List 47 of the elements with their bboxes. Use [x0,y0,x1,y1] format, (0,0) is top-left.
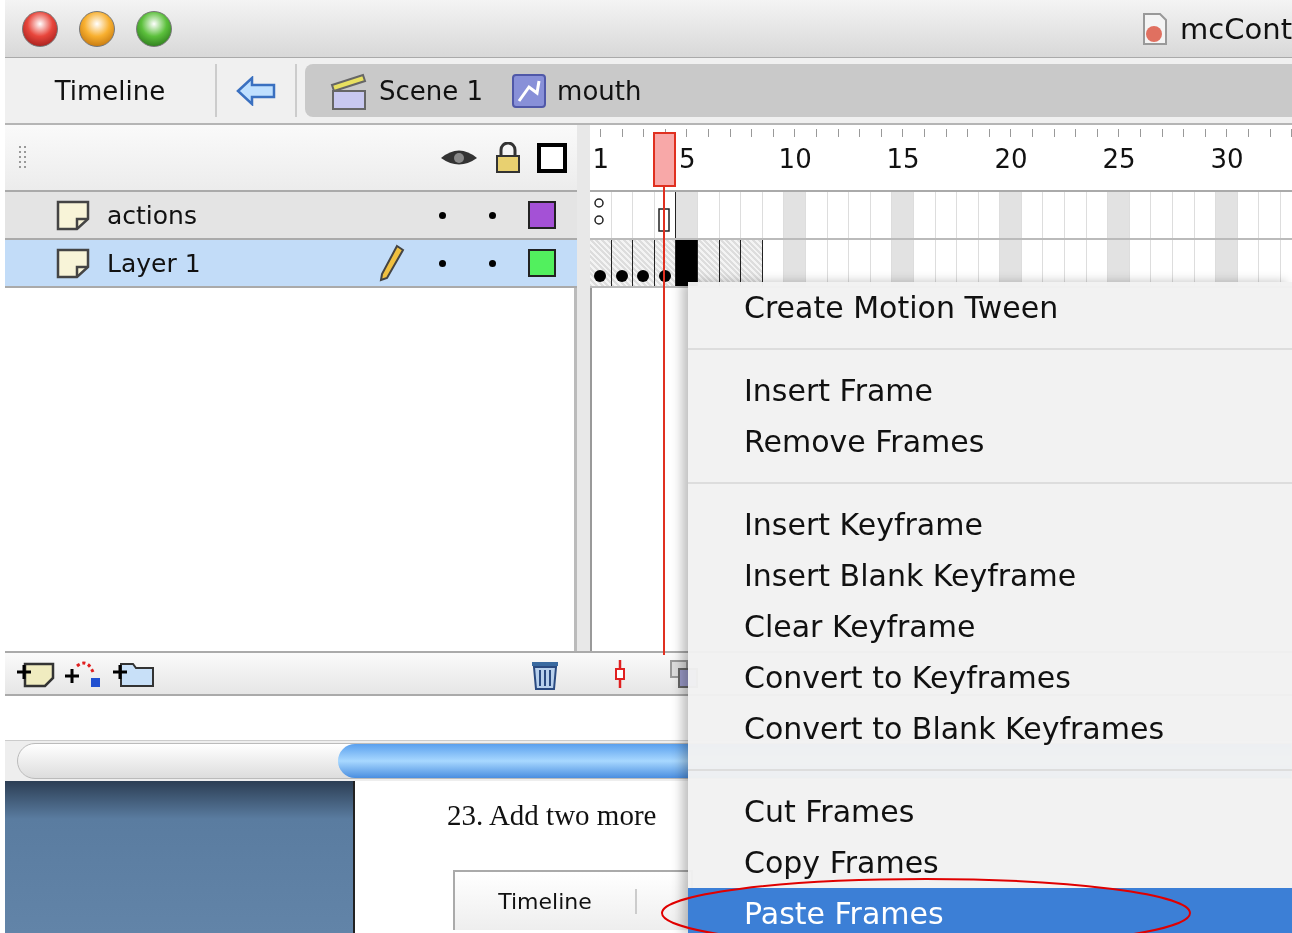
lock-icon [495,141,521,174]
symbol-link[interactable]: mouth [511,72,642,109]
frame-number: 15 [886,143,920,174]
visibility-dot[interactable] [438,211,446,219]
pencil-icon [379,244,405,282]
lock-dot[interactable] [488,211,496,219]
menu-item[interactable]: Remove Frames [688,416,1292,467]
menu-item[interactable]: Insert Blank Keyframe [688,550,1292,601]
layer-name: actions [107,200,197,230]
back-arrow-icon [236,75,276,106]
menu-item[interactable]: Create Motion Tween [688,282,1292,333]
layer-color-swatch[interactable] [528,201,556,229]
layer-row[interactable]: actions [5,192,577,240]
layer-icon [55,199,91,231]
menu-item[interactable]: Clear Keyframe [688,601,1292,652]
lock-dot[interactable] [488,259,496,267]
menu-item[interactable]: Copy Frames [688,837,1292,888]
menu-item[interactable]: Insert Keyframe [688,499,1292,550]
menu-item[interactable]: Paste Frames [688,888,1292,933]
center-frame-button[interactable] [613,657,627,690]
frame-number: 5 [678,143,696,174]
zoom-button[interactable] [136,10,172,47]
tab-label: Timeline [455,888,637,914]
frame-number: 10 [778,143,812,174]
visibility-dot[interactable] [438,259,446,267]
minimize-button[interactable] [79,10,115,47]
layer-row[interactable]: Layer 1 [5,240,577,288]
close-button[interactable] [22,10,58,47]
frame-track[interactable] [590,192,1292,240]
frame-number: 1 [592,143,610,174]
outline-icon [537,142,567,173]
symbol-icon [511,72,548,109]
step-text: 23. Add two more [447,799,657,832]
layer-name: Layer 1 [107,248,201,278]
frame-number: 25 [1102,143,1136,174]
grip-icon [19,145,27,170]
panel-title: Timeline [5,64,217,117]
menu-item[interactable]: Cut Frames [688,786,1292,837]
scene-link[interactable]: Scene 1 [329,70,484,111]
frame-number: 20 [994,143,1028,174]
menu-item[interactable]: Convert to Keyframes [688,652,1292,703]
frame-number: 30 [1210,143,1244,174]
menu-item[interactable]: Convert to Blank Keyframes [688,703,1292,754]
window-title: mcCont [1180,11,1292,46]
layer-icon [55,247,91,279]
layer-color-swatch[interactable] [528,249,556,277]
menu-item[interactable]: Insert Frame [688,365,1292,416]
